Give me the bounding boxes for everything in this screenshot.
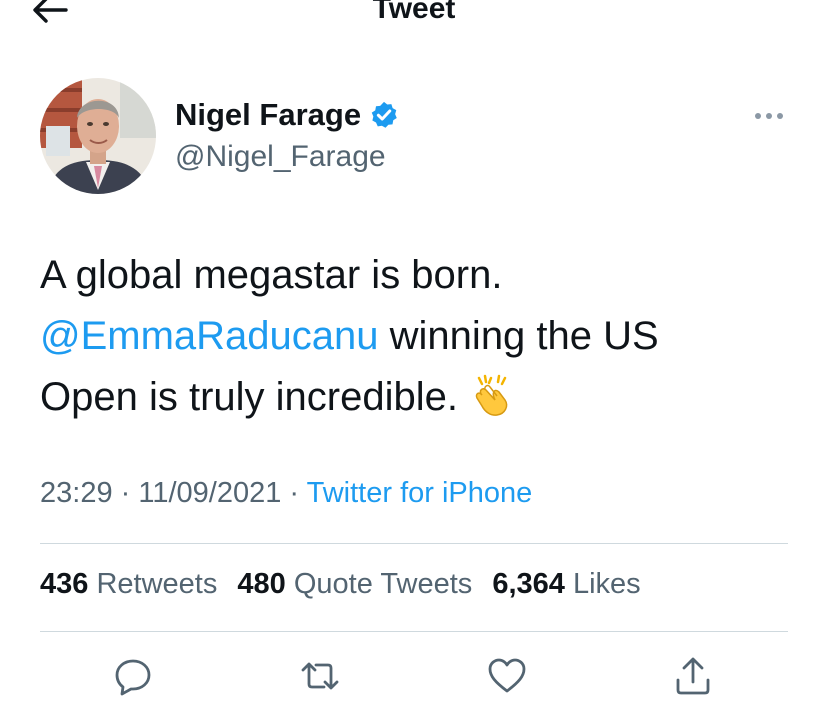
- retweets-stat[interactable]: 436 Retweets: [40, 568, 217, 600]
- tweet-date: 11/09/2021: [138, 477, 282, 509]
- divider: [40, 631, 788, 632]
- clapping-hands-emoji: [475, 374, 508, 416]
- likes-stat[interactable]: 6,364 Likes: [492, 568, 640, 600]
- author-name-row: Nigel Farage: [175, 97, 399, 133]
- engagement-stats: 436 Retweets 480 Quote Tweets 6,364 Like…: [40, 568, 653, 601]
- retweets-label: Retweets: [96, 568, 218, 600]
- share-icon[interactable]: [673, 656, 713, 696]
- likes-count: 6,364: [492, 568, 565, 600]
- tweet-line-1: A global megastar is born.: [40, 253, 503, 297]
- meta-separator: ·: [112, 477, 139, 509]
- tweet-line-3: Open is truly incredible.: [40, 375, 470, 419]
- more-icon[interactable]: [750, 106, 790, 126]
- meta-separator: ·: [281, 477, 307, 509]
- reply-icon[interactable]: [113, 656, 153, 696]
- top-bar: Tweet: [0, 0, 828, 40]
- tweet-meta: 23:29 · 11/09/2021 · Twitter for iPhone: [40, 477, 532, 510]
- quote-tweets-count: 480: [237, 568, 286, 600]
- tweet-time: 23:29: [40, 477, 113, 509]
- quote-tweets-label: Quote Tweets: [293, 568, 473, 600]
- mention-link[interactable]: @EmmaRaducanu: [40, 314, 379, 358]
- tweet-line-2: winning the US: [378, 314, 659, 358]
- like-icon[interactable]: [487, 656, 527, 696]
- author-name[interactable]: Nigel Farage: [175, 97, 361, 133]
- retweet-icon[interactable]: [300, 656, 340, 696]
- page-title: Tweet: [372, 0, 456, 25]
- quote-tweets-stat[interactable]: 480 Quote Tweets: [237, 568, 472, 600]
- tweet-text: A global megastar is born. @EmmaRaducanu…: [40, 245, 800, 428]
- tweet-source-link[interactable]: Twitter for iPhone: [307, 477, 533, 509]
- avatar[interactable]: [40, 78, 156, 194]
- retweets-count: 436: [40, 568, 89, 600]
- author-handle[interactable]: @Nigel_Farage: [175, 140, 386, 174]
- divider: [40, 543, 788, 544]
- likes-label: Likes: [572, 568, 641, 600]
- verified-badge-icon: [371, 101, 397, 128]
